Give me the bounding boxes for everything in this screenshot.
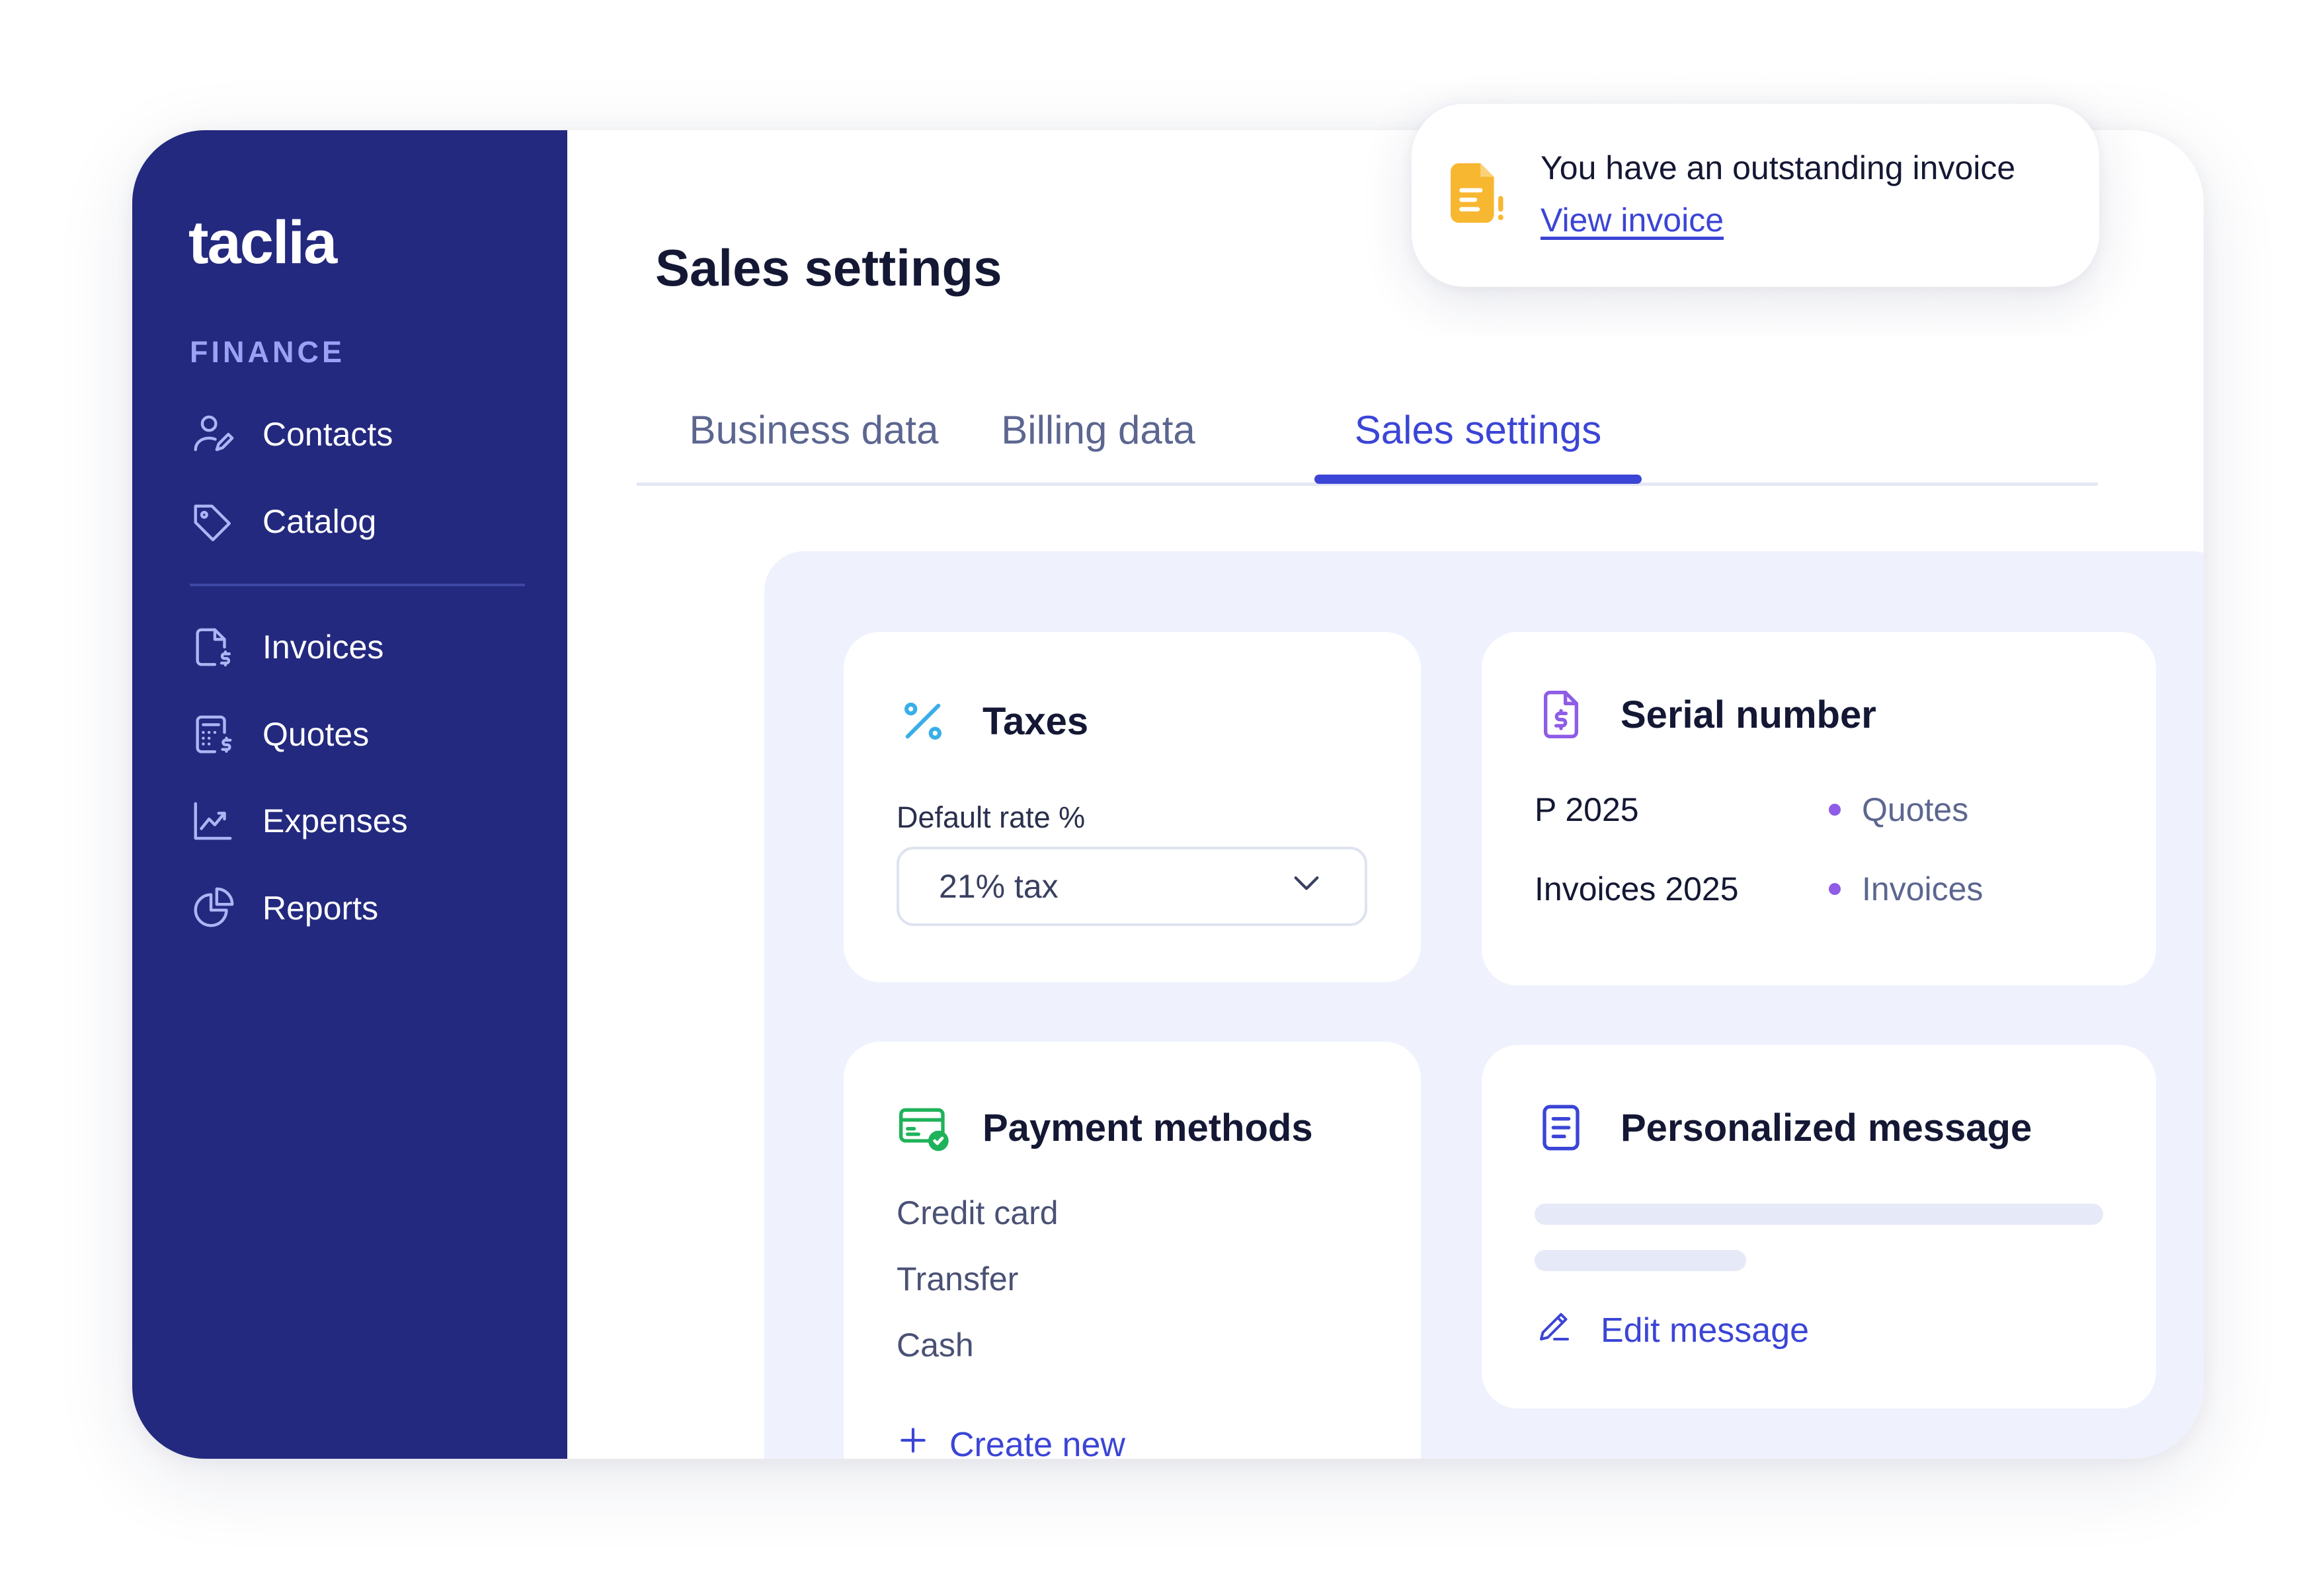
serial-card-header: Serial number (1535, 688, 1876, 741)
outstanding-invoice-toast: You have an outstanding invoice View inv… (1412, 104, 2099, 287)
create-new-button[interactable]: Create new (897, 1424, 1125, 1459)
sidebar-item-catalog[interactable]: Catalog (190, 492, 507, 551)
tab-bar: Business data Billing data Sales setting… (637, 380, 2098, 486)
serial-number-card: Serial number P 2025 Quotes Invoices 202… (1482, 632, 2156, 986)
default-rate-label: Default rate % (897, 800, 1086, 834)
tag-icon (190, 498, 236, 545)
sidebar-item-expenses[interactable]: Expenses (190, 791, 507, 851)
toast-message: You have an outstanding invoice (1541, 149, 2016, 186)
tab-billing-data[interactable]: Billing data (986, 380, 1211, 479)
serial-tag-invoices: Invoices (1829, 870, 1983, 908)
default-rate-value: 21% tax (939, 868, 1059, 905)
view-invoice-link[interactable]: View invoice (1541, 201, 1724, 239)
create-new-label: Create new (949, 1425, 1125, 1459)
taxes-title: Taxes (982, 699, 1089, 743)
payment-card-header: Payment methods (897, 1101, 1313, 1154)
app-logo[interactable]: taclia (188, 208, 337, 278)
chevron-down-icon (1288, 864, 1325, 909)
trend-chart-icon (190, 798, 236, 844)
sidebar-item-quotes[interactable]: Quotes (190, 705, 507, 764)
taxes-card: Taxes Default rate % 21% tax (844, 632, 1421, 982)
sidebar-item-label: Reports (262, 890, 379, 927)
tab-sales-settings[interactable]: Sales settings (1314, 380, 1642, 484)
serial-value-invoices: Invoices 2025 (1535, 871, 1739, 908)
sidebar-item-label: Contacts (262, 416, 393, 453)
card-check-icon (897, 1101, 949, 1154)
payment-method-item[interactable]: Transfer (897, 1260, 1018, 1298)
serial-title: Serial number (1621, 693, 1876, 736)
payment-methods-card: Payment methods Credit card Transfer Cas… (844, 1042, 1421, 1459)
pie-chart-icon (190, 885, 236, 931)
tab-business-data[interactable]: Business data (675, 380, 953, 479)
sidebar-item-label: Catalog (262, 503, 377, 540)
user-edit-icon (190, 411, 236, 457)
sidebar-item-label: Expenses (262, 802, 408, 839)
message-placeholder-line (1535, 1250, 1746, 1271)
sidebar-item-invoices[interactable]: Invoices (190, 617, 507, 677)
sidebar-item-contacts[interactable]: Contacts (190, 405, 507, 464)
message-card-header: Personalized message (1535, 1101, 2032, 1154)
serial-tag-label: Quotes (1862, 791, 1969, 828)
message-title: Personalized message (1621, 1106, 2032, 1149)
message-placeholder-line (1535, 1204, 2103, 1225)
pencil-icon (1535, 1306, 1601, 1354)
serial-value-quotes: P 2025 (1535, 791, 1639, 828)
personalized-message-card: Personalized message Edit message (1482, 1045, 2156, 1409)
main-content: Sales settings Business data Billing dat… (567, 130, 2204, 1459)
file-alert-icon (1448, 160, 1507, 226)
edit-message-label: Edit message (1601, 1311, 1810, 1350)
page-title: Sales settings (655, 239, 1002, 297)
document-lines-icon (1535, 1101, 1587, 1154)
serial-tag-quotes: Quotes (1829, 791, 1968, 829)
payment-title: Payment methods (982, 1106, 1313, 1149)
edit-message-button[interactable]: Edit message (1535, 1306, 1809, 1354)
sidebar-item-reports[interactable]: Reports (190, 878, 507, 938)
serial-tag-label: Invoices (1862, 871, 1983, 908)
sidebar-section-label: FINANCE (190, 335, 345, 369)
sidebar-item-label: Invoices (262, 629, 384, 666)
invoice-icon (190, 624, 236, 670)
default-rate-select[interactable]: 21% tax (897, 847, 1367, 926)
percent-icon (897, 695, 949, 748)
document-dollar-icon (1535, 688, 1587, 741)
calculator-icon (190, 711, 236, 757)
sidebar: taclia FINANCE Contacts Catalog Invoices… (132, 130, 567, 1459)
bullet-dot (1829, 804, 1841, 816)
payment-method-item[interactable]: Cash (897, 1326, 974, 1364)
taxes-card-header: Taxes (897, 695, 1088, 748)
payment-method-item[interactable]: Credit card (897, 1194, 1059, 1232)
sidebar-divider (190, 584, 525, 586)
bullet-dot (1829, 883, 1841, 895)
plus-icon (897, 1424, 949, 1459)
app-window: taclia FINANCE Contacts Catalog Invoices… (132, 130, 2204, 1459)
sidebar-item-label: Quotes (262, 716, 370, 753)
settings-panel: Taxes Default rate % 21% tax Serial numb… (764, 551, 2204, 1459)
